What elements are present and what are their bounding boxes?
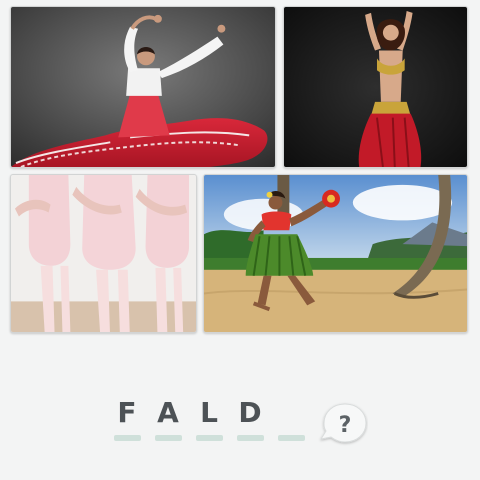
answer-slot[interactable]: D bbox=[235, 398, 265, 441]
answer-slot[interactable] bbox=[276, 398, 306, 441]
belly-dancer-image bbox=[284, 7, 467, 167]
answer-slot[interactable]: A bbox=[153, 398, 183, 441]
image-tile-ballet-dancers[interactable] bbox=[10, 174, 197, 333]
hint-bubble-icon: ? bbox=[319, 403, 367, 443]
answer-letter: L bbox=[200, 396, 218, 429]
slot-underline bbox=[154, 435, 182, 441]
slot-underline bbox=[113, 435, 141, 441]
slot-underline bbox=[236, 435, 264, 441]
hint-question-mark: ? bbox=[339, 413, 352, 438]
flamenco-dancer-image bbox=[11, 7, 275, 167]
answer-letter: A bbox=[157, 396, 179, 429]
ballet-dancers-image bbox=[11, 175, 196, 332]
image-tile-hula-dancer[interactable] bbox=[203, 174, 468, 333]
image-tile-belly-dancer[interactable] bbox=[283, 6, 468, 168]
image-tile-flamenco[interactable] bbox=[10, 6, 276, 168]
answer-area: F A L D bbox=[110, 398, 310, 441]
answer-slot[interactable]: L bbox=[194, 398, 224, 441]
slot-underline bbox=[195, 435, 223, 441]
answer-letter: D bbox=[238, 396, 262, 429]
hula-dancer-image bbox=[204, 175, 467, 332]
answer-letter bbox=[276, 398, 306, 428]
answer-slot[interactable]: F bbox=[112, 398, 142, 441]
slot-underline bbox=[277, 435, 305, 441]
answer-letter: F bbox=[117, 396, 137, 429]
hint-button[interactable]: ? bbox=[318, 401, 368, 447]
